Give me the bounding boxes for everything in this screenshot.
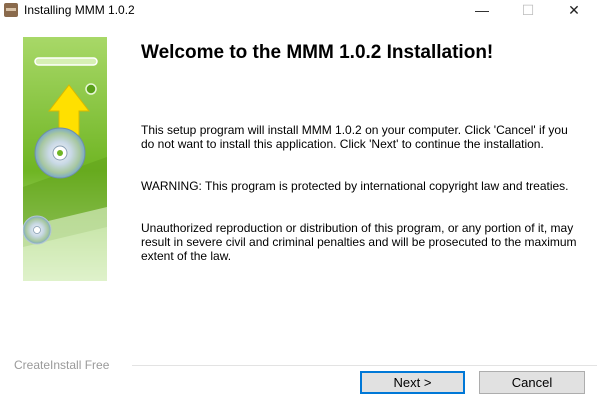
- footer-divider: [132, 365, 597, 366]
- maximize-icon[interactable]: ☐: [505, 0, 551, 22]
- legal-text: Unauthorized reproduction or distributio…: [141, 221, 577, 263]
- cd-disc-icon: [34, 127, 86, 179]
- warning-text: WARNING: This program is protected by in…: [141, 179, 569, 193]
- brand-label: CreateInstall Free: [14, 358, 110, 372]
- cancel-button[interactable]: Cancel: [479, 371, 585, 394]
- next-button[interactable]: Next >: [360, 371, 465, 394]
- window-title: Installing MMM 1.0.2: [24, 3, 135, 17]
- app-icon: [4, 3, 18, 17]
- installer-banner: [22, 37, 107, 281]
- title-bar: Installing MMM 1.0.2 — ☐ ✕: [0, 0, 597, 22]
- intro-text: This setup program will install MMM 1.0.…: [141, 123, 568, 151]
- close-icon[interactable]: ✕: [551, 0, 597, 22]
- page-title: Welcome to the MMM 1.0.2 Installation!: [141, 42, 494, 63]
- minimize-icon[interactable]: —: [459, 0, 505, 22]
